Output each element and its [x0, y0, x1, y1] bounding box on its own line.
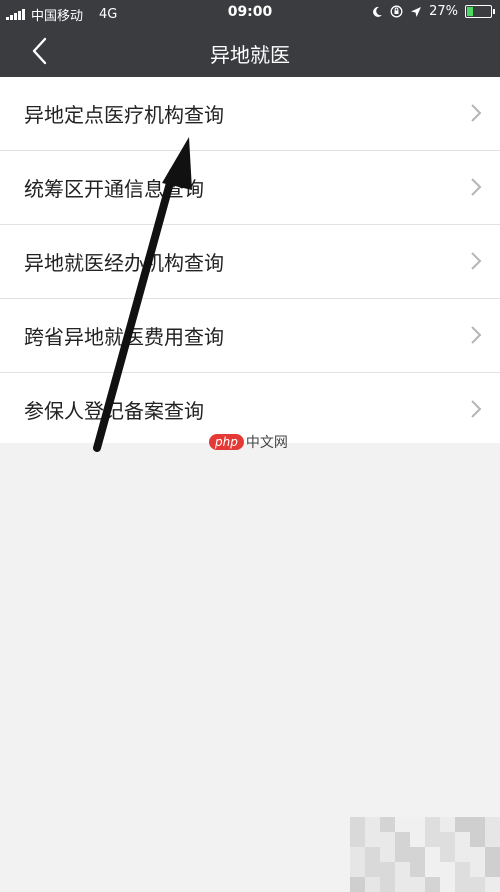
menu-item-agency-query[interactable]: 异地就医经办机构查询 [0, 225, 500, 299]
status-right: 27% [371, 4, 495, 19]
battery-fill [467, 7, 473, 16]
chevron-right-icon [471, 326, 482, 344]
menu-item-designated-institution-query[interactable]: 异地定点医疗机构查询 [0, 77, 500, 151]
menu-list: 异地定点医疗机构查询 统筹区开通信息查询 异地就医经办机构查询 跨省异地就医费用… [0, 77, 500, 443]
watermark-text: 中文网 [245, 435, 288, 451]
pixelated-watermark [350, 817, 500, 892]
chevron-right-icon [471, 400, 482, 418]
location-icon [411, 6, 422, 17]
chevron-right-icon [471, 104, 482, 122]
menu-item-label: 参保人登记备案查询 [24, 399, 204, 423]
watermark-logo: php [209, 434, 244, 450]
moon-icon [373, 6, 383, 17]
menu-item-label: 异地就医经办机构查询 [24, 251, 224, 275]
menu-item-label: 跨省异地就医费用查询 [24, 325, 224, 349]
menu-item-label: 异地定点医疗机构查询 [24, 103, 224, 127]
battery-percent: 27% [429, 4, 458, 19]
menu-item-pooling-area-query[interactable]: 统筹区开通信息查询 [0, 151, 500, 225]
status-bar: 中国移动 4G 09:00 27% [0, 0, 500, 26]
watermark: php 中文网 [209, 432, 288, 452]
battery-icon [465, 5, 495, 18]
chevron-right-icon [471, 178, 482, 196]
menu-item-cross-province-expense-query[interactable]: 跨省异地就医费用查询 [0, 299, 500, 373]
page-title: 异地就医 [210, 43, 290, 67]
chevron-right-icon [471, 252, 482, 270]
nav-bar: 异地就医 [0, 26, 500, 77]
menu-item-label: 统筹区开通信息查询 [24, 177, 204, 201]
rotation-lock-icon [390, 5, 403, 18]
